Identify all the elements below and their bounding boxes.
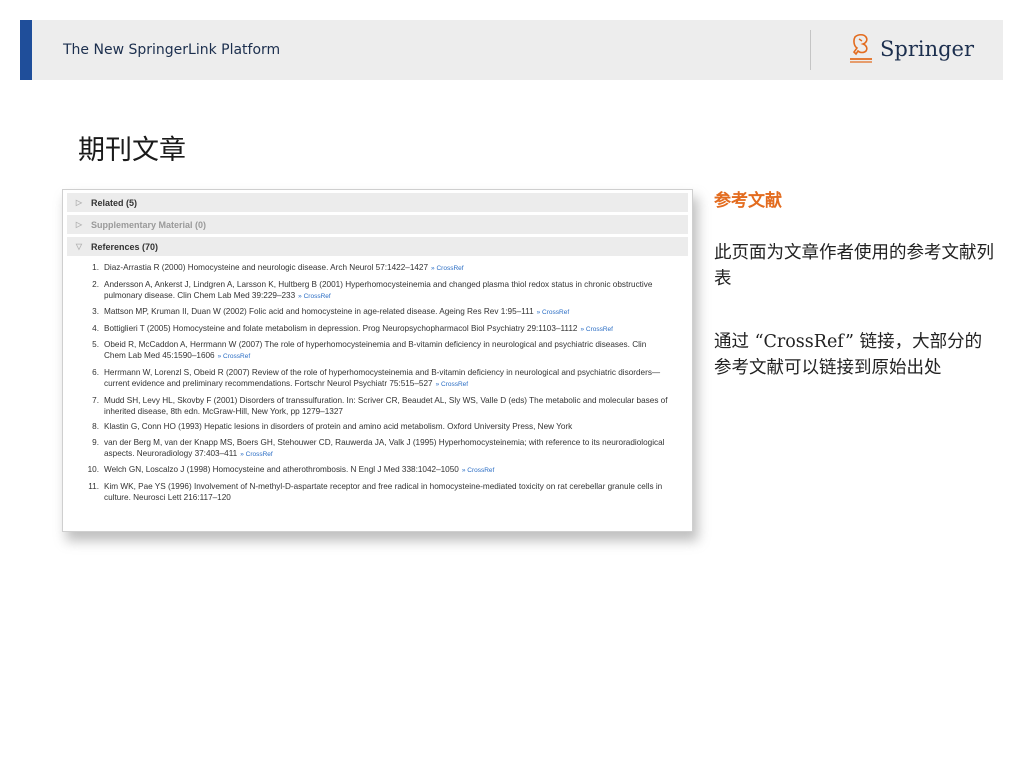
reference-number: 2. xyxy=(92,279,99,289)
section-label: Related (5) xyxy=(91,197,138,208)
collapse-arrow-icon: ▽ xyxy=(75,242,83,251)
springer-brand: Springer xyxy=(848,32,974,66)
header-divider xyxy=(810,30,811,70)
reference-list: 1. Diaz-Arrastia R (2000) Homocysteine an… xyxy=(63,262,692,503)
reference-text: Welch GN, Loscalzo J (1998) Homocysteine… xyxy=(104,465,459,475)
header-accent-bar xyxy=(20,20,32,80)
crossref-link[interactable]: » CrossRef xyxy=(462,467,495,474)
reference-text: Diaz-Arrastia R (2000) Homocysteine and … xyxy=(104,263,429,272)
crossref-link[interactable]: » CrossRef xyxy=(580,326,613,333)
list-item: 6. Herrmann W, Lorenzl S, Obeid R (2007) … xyxy=(63,367,692,390)
crossref-link[interactable]: » CrossRef xyxy=(240,451,273,458)
platform-title: The New SpringerLink Platform xyxy=(63,42,281,58)
list-item: 8. Klastin G, Conn HO (1993) Hepatic lesi… xyxy=(63,421,692,432)
list-item: 3. Mattson MP, Kruman II, Duan W (2002) F… xyxy=(63,306,692,318)
list-item: 4. Bottiglieri T (2005) Homocysteine and … xyxy=(63,323,692,335)
reference-text: Bottiglieri T (2005) Homocysteine and fo… xyxy=(104,323,578,333)
reference-text: Herrmann W, Lorenzl S, Obeid R (2007) Re… xyxy=(104,367,661,388)
reference-number: 10. xyxy=(87,465,99,475)
list-item: 7. Mudd SH, Levy HL, Skovby F (2001) Diso… xyxy=(63,395,692,417)
section-label: Supplementary Material (0) xyxy=(91,219,207,230)
section-references[interactable]: ▽ References (70) xyxy=(67,237,688,256)
section-related[interactable]: ▷ Related (5) xyxy=(67,193,688,212)
section-supplementary-material[interactable]: ▷ Supplementary Material (0) xyxy=(67,215,688,234)
reference-number: 4. xyxy=(92,323,99,333)
reference-number: 11. xyxy=(88,481,99,491)
reference-number: 6. xyxy=(92,367,99,377)
list-item: 10. Welch GN, Loscalzo J (1998) Homocyste… xyxy=(63,464,692,476)
reference-number: 1. xyxy=(92,263,99,272)
article-references-screenshot: ▷ Related (5) ▷ Supplementary Material (… xyxy=(62,189,693,532)
reference-text: Andersson A, Ankerst J, Lindgren A, Lars… xyxy=(104,279,653,300)
reference-number: 7. xyxy=(92,395,99,405)
section-label: References (70) xyxy=(91,241,159,252)
crossref-link[interactable]: » CrossRef xyxy=(431,265,464,272)
expand-arrow-icon: ▷ xyxy=(75,198,83,207)
side-paragraph-1: 此页面为文章作者使用的参考文献列表 xyxy=(714,243,994,289)
expand-arrow-icon: ▷ xyxy=(75,220,83,229)
reference-text: van der Berg M, van der Knapp MS, Boers … xyxy=(104,437,665,458)
list-item: 1. Diaz-Arrastia R (2000) Homocysteine an… xyxy=(63,262,692,274)
reference-text: Klastin G, Conn HO (1993) Hepatic lesion… xyxy=(104,422,573,432)
reference-number: 9. xyxy=(92,437,99,447)
reference-number: 3. xyxy=(92,307,99,317)
reference-text: Mudd SH, Levy HL, Skovby F (2001) Disord… xyxy=(104,395,668,416)
side-heading: 参考文献 xyxy=(714,191,782,211)
reference-number: 8. xyxy=(92,422,99,432)
crossref-link[interactable]: » CrossRef xyxy=(218,353,251,360)
page-title: 期刊文章 xyxy=(78,135,186,166)
reference-text: Obeid R, McCaddon A, Herrmann W (2007) T… xyxy=(104,340,647,361)
crossref-link[interactable]: » CrossRef xyxy=(436,381,469,388)
crossref-link[interactable]: » CrossRef xyxy=(298,293,331,300)
reference-text: Mattson MP, Kruman II, Duan W (2002) Fol… xyxy=(104,307,534,317)
list-item: 2. Andersson A, Ankerst J, Lindgren A, La… xyxy=(63,279,692,302)
list-item: 9. van der Berg M, van der Knapp MS, Boer… xyxy=(63,437,692,460)
list-item: 11. Kim WK, Pae YS (1996) Involvement of … xyxy=(63,481,692,503)
side-paragraph-2: 通过 “CrossRef” 链接，大部分的参考文献可以链接到原始出处 xyxy=(714,332,983,378)
springer-horse-icon xyxy=(850,33,872,63)
crossref-link[interactable]: » CrossRef xyxy=(537,309,570,316)
list-item: 5. Obeid R, McCaddon A, Herrmann W (2007)… xyxy=(63,339,692,362)
reference-text: Kim WK, Pae YS (1996) Involvement of N-m… xyxy=(104,481,663,502)
brand-name: Springer xyxy=(880,37,975,61)
reference-number: 5. xyxy=(92,340,99,350)
